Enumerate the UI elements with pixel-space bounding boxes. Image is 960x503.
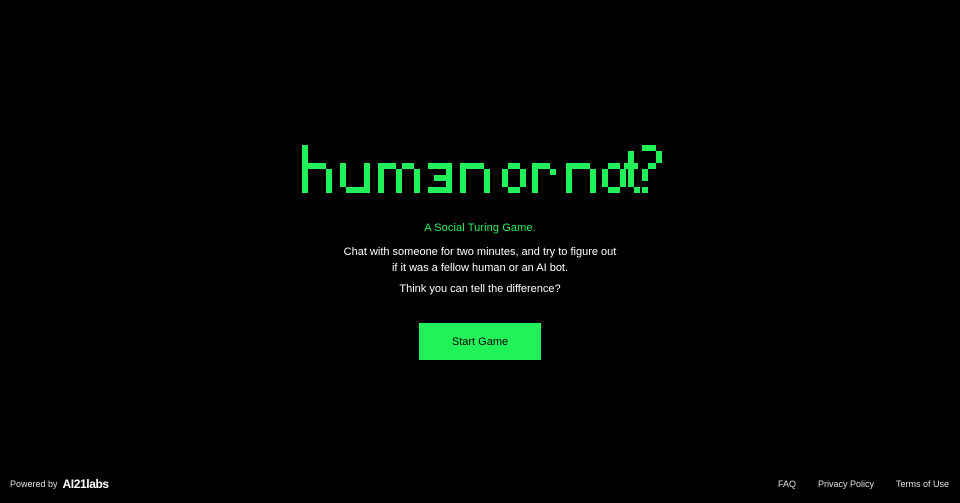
challenge-question: Think you can tell the difference? xyxy=(399,283,561,295)
start-game-button[interactable]: Start Game xyxy=(419,323,541,360)
landing-page: A Social Turing Game. Chat with someone … xyxy=(0,0,960,503)
powered-by-label: Powered by xyxy=(10,479,58,489)
pixel-logo-graphic xyxy=(302,145,662,193)
game-description: Chat with someone for two minutes, and t… xyxy=(343,246,617,274)
privacy-policy-link[interactable]: Privacy Policy xyxy=(818,479,874,489)
faq-link[interactable]: FAQ xyxy=(778,479,796,489)
footer-links: FAQ Privacy Policy Terms of Use xyxy=(778,475,949,493)
logo xyxy=(302,145,662,193)
powered-by: Powered by AI21labs xyxy=(10,475,109,493)
tagline: A Social Turing Game. xyxy=(424,222,536,234)
ai21-labs-logo[interactable]: AI21labs xyxy=(63,477,110,491)
terms-of-use-link[interactable]: Terms of Use xyxy=(896,479,949,489)
